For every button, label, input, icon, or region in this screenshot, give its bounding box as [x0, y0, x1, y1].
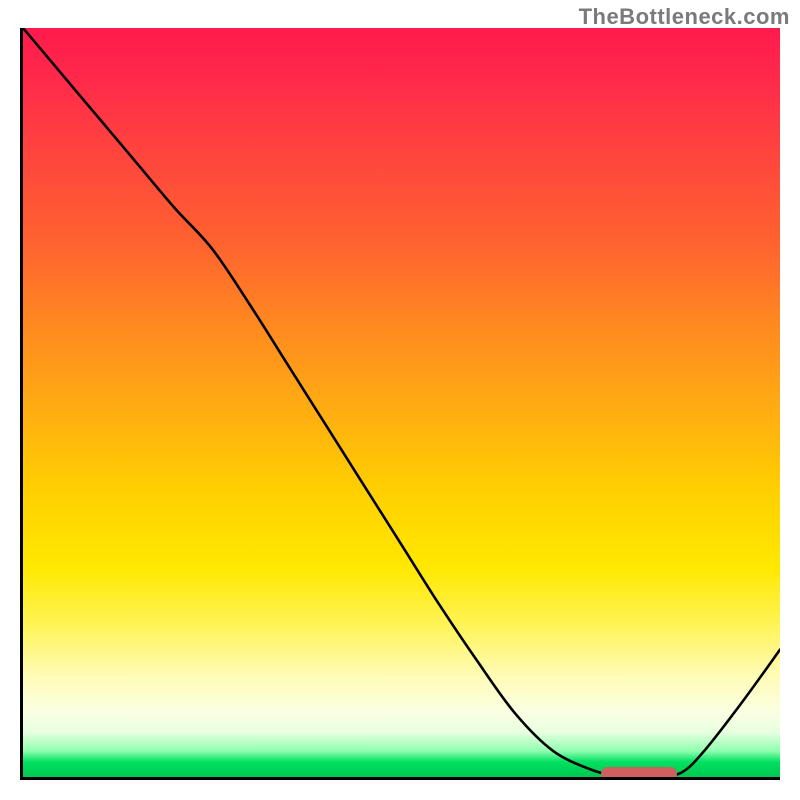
bottleneck-curve	[23, 28, 780, 776]
sweet-spot-marker	[601, 767, 677, 777]
plot-frame	[20, 28, 780, 780]
curve-layer	[23, 28, 780, 777]
watermark-text: TheBottleneck.com	[579, 4, 790, 30]
plot-area	[23, 28, 780, 777]
chart-container: TheBottleneck.com	[0, 0, 800, 800]
